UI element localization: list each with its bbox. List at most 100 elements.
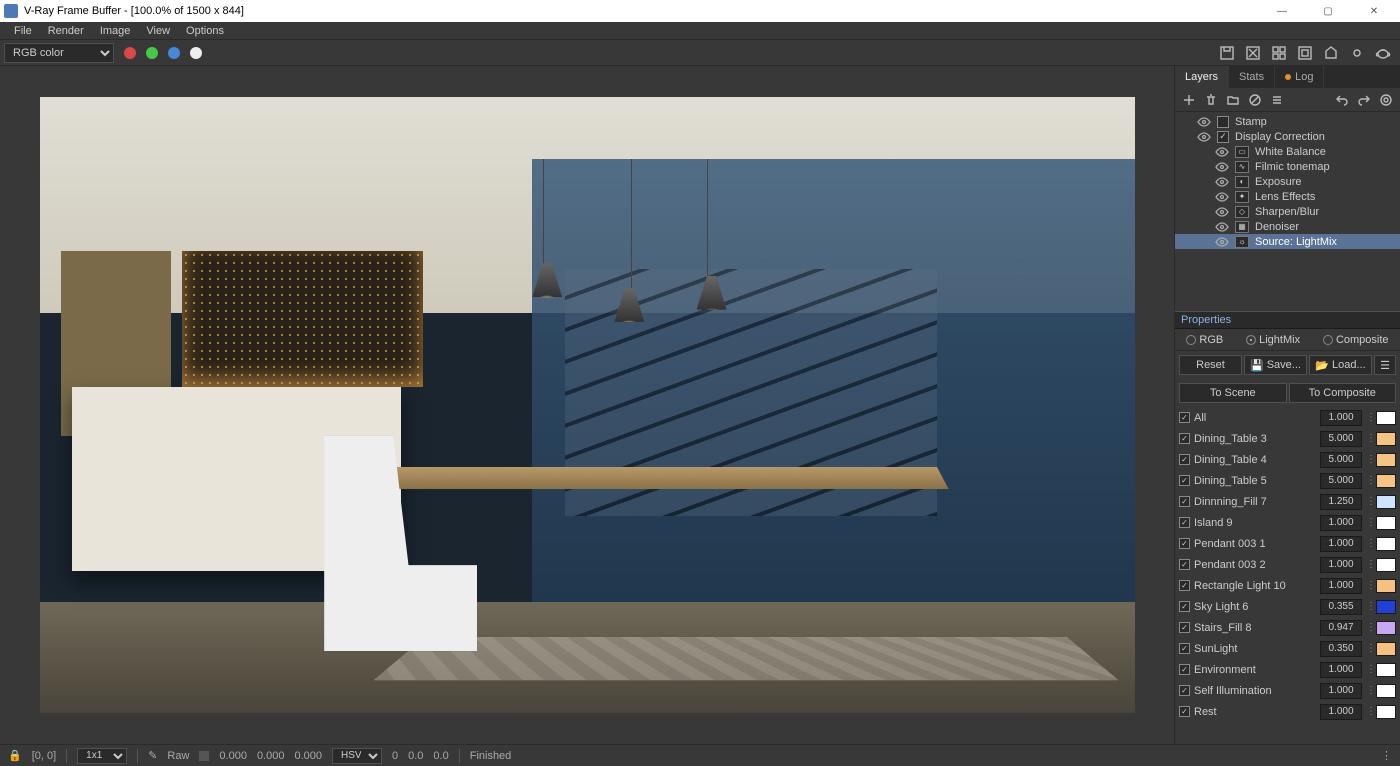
light-enable-checkbox[interactable] bbox=[1179, 517, 1190, 528]
zoom-dropdown[interactable]: 1x1 bbox=[77, 748, 127, 764]
light-enable-checkbox[interactable] bbox=[1179, 685, 1190, 696]
menu-options[interactable]: Options bbox=[178, 25, 232, 37]
light-color-swatch[interactable] bbox=[1376, 600, 1396, 614]
mode-lightmix[interactable]: LightMix bbox=[1246, 334, 1300, 346]
light-menu-icon[interactable]: ⋮ bbox=[1366, 517, 1372, 528]
light-enable-checkbox[interactable] bbox=[1179, 622, 1190, 633]
eyedropper-icon[interactable]: ✎ bbox=[148, 749, 157, 762]
light-color-swatch[interactable] bbox=[1376, 537, 1396, 551]
light-enable-checkbox[interactable] bbox=[1179, 601, 1190, 612]
mono-channel-icon[interactable] bbox=[190, 47, 202, 59]
clear-image-icon[interactable] bbox=[1242, 42, 1264, 64]
visibility-icon[interactable] bbox=[1215, 222, 1229, 232]
light-menu-icon[interactable]: ⋮ bbox=[1366, 433, 1372, 444]
frame-icon[interactable] bbox=[1294, 42, 1316, 64]
blue-channel-icon[interactable] bbox=[168, 47, 180, 59]
load-button[interactable]: 📂Load... bbox=[1309, 355, 1372, 375]
light-menu-icon[interactable]: ⋮ bbox=[1366, 580, 1372, 591]
light-color-swatch[interactable] bbox=[1376, 432, 1396, 446]
light-enable-checkbox[interactable] bbox=[1179, 580, 1190, 591]
light-color-swatch[interactable] bbox=[1376, 579, 1396, 593]
redo-icon[interactable] bbox=[1354, 90, 1374, 110]
light-multiplier[interactable]: 0.350 bbox=[1320, 641, 1362, 657]
lines-icon[interactable] bbox=[1267, 90, 1287, 110]
visibility-icon[interactable] bbox=[1215, 237, 1229, 247]
visibility-icon[interactable] bbox=[1215, 147, 1229, 157]
layer-row[interactable]: ▦Denoiser bbox=[1175, 219, 1400, 234]
add-layer-icon[interactable] bbox=[1179, 90, 1199, 110]
region-render-icon[interactable] bbox=[1268, 42, 1290, 64]
menu-file[interactable]: File bbox=[6, 25, 40, 37]
light-color-swatch[interactable] bbox=[1376, 453, 1396, 467]
light-color-swatch[interactable] bbox=[1376, 705, 1396, 719]
layer-row[interactable]: ◇Sharpen/Blur bbox=[1175, 204, 1400, 219]
light-enable-checkbox[interactable] bbox=[1179, 664, 1190, 675]
tab-layers[interactable]: Layers bbox=[1175, 66, 1229, 88]
light-enable-checkbox[interactable] bbox=[1179, 412, 1190, 423]
visibility-icon[interactable] bbox=[1215, 177, 1229, 187]
layer-checkbox[interactable] bbox=[1217, 131, 1229, 143]
light-multiplier[interactable]: 1.000 bbox=[1320, 410, 1362, 426]
light-menu-icon[interactable]: ⋮ bbox=[1366, 496, 1372, 507]
to-composite-button[interactable]: To Composite bbox=[1289, 383, 1397, 403]
light-multiplier[interactable]: 1.000 bbox=[1320, 536, 1362, 552]
light-multiplier[interactable]: 1.000 bbox=[1320, 515, 1362, 531]
visibility-icon[interactable] bbox=[1215, 162, 1229, 172]
reset-button[interactable]: Reset bbox=[1179, 355, 1242, 375]
light-menu-icon[interactable]: ⋮ bbox=[1366, 475, 1372, 486]
to-scene-button[interactable]: To Scene bbox=[1179, 383, 1287, 403]
layer-row[interactable]: ☼Source: LightMix bbox=[1175, 234, 1400, 249]
light-enable-checkbox[interactable] bbox=[1179, 643, 1190, 654]
light-color-swatch[interactable] bbox=[1376, 495, 1396, 509]
teapot-icon[interactable] bbox=[1372, 42, 1394, 64]
light-multiplier[interactable]: 1.000 bbox=[1320, 683, 1362, 699]
light-enable-checkbox[interactable] bbox=[1179, 475, 1190, 486]
close-button[interactable]: ✕ bbox=[1352, 1, 1396, 21]
visibility-icon[interactable] bbox=[1215, 192, 1229, 202]
layer-checkbox[interactable] bbox=[1217, 116, 1229, 128]
tab-stats[interactable]: Stats bbox=[1229, 66, 1275, 88]
light-menu-icon[interactable]: ⋮ bbox=[1366, 685, 1372, 696]
layer-row[interactable]: ◐Exposure bbox=[1175, 174, 1400, 189]
light-enable-checkbox[interactable] bbox=[1179, 496, 1190, 507]
delete-layer-icon[interactable] bbox=[1201, 90, 1221, 110]
light-color-swatch[interactable] bbox=[1376, 663, 1396, 677]
lock-icon[interactable]: 🔒 bbox=[8, 749, 22, 762]
layer-row[interactable]: Stamp bbox=[1175, 114, 1400, 129]
light-menu-icon[interactable]: ⋮ bbox=[1366, 643, 1372, 654]
save-button[interactable]: 💾Save... bbox=[1244, 355, 1307, 375]
disable-icon[interactable] bbox=[1245, 90, 1265, 110]
viewport[interactable] bbox=[0, 66, 1174, 744]
light-menu-icon[interactable]: ⋮ bbox=[1366, 601, 1372, 612]
bucket-icon[interactable] bbox=[1320, 42, 1342, 64]
light-enable-checkbox[interactable] bbox=[1179, 454, 1190, 465]
light-multiplier[interactable]: 5.000 bbox=[1320, 452, 1362, 468]
expand-icon[interactable]: ⋮ bbox=[1381, 749, 1392, 762]
light-multiplier[interactable]: 5.000 bbox=[1320, 473, 1362, 489]
visibility-icon[interactable] bbox=[1215, 207, 1229, 217]
light-multiplier[interactable]: 1.250 bbox=[1320, 494, 1362, 510]
light-color-swatch[interactable] bbox=[1376, 516, 1396, 530]
mode-rgb[interactable]: RGB bbox=[1186, 334, 1223, 346]
light-multiplier[interactable]: 0.355 bbox=[1320, 599, 1362, 615]
light-menu-icon[interactable]: ⋮ bbox=[1366, 559, 1372, 570]
light-multiplier[interactable]: 5.000 bbox=[1320, 431, 1362, 447]
visibility-icon[interactable] bbox=[1197, 117, 1211, 127]
folder-icon[interactable] bbox=[1223, 90, 1243, 110]
undo-icon[interactable] bbox=[1332, 90, 1352, 110]
light-multiplier[interactable]: 1.000 bbox=[1320, 662, 1362, 678]
light-enable-checkbox[interactable] bbox=[1179, 538, 1190, 549]
light-menu-icon[interactable]: ⋮ bbox=[1366, 664, 1372, 675]
light-color-swatch[interactable] bbox=[1376, 642, 1396, 656]
layer-row[interactable]: ∿Filmic tonemap bbox=[1175, 159, 1400, 174]
light-multiplier[interactable]: 1.000 bbox=[1320, 704, 1362, 720]
tab-log[interactable]: Log bbox=[1275, 66, 1324, 88]
green-channel-icon[interactable] bbox=[146, 47, 158, 59]
save-image-icon[interactable] bbox=[1216, 42, 1238, 64]
layer-row[interactable]: Display Correction bbox=[1175, 129, 1400, 144]
menu-view[interactable]: View bbox=[138, 25, 178, 37]
light-menu-icon[interactable]: ⋮ bbox=[1366, 412, 1372, 423]
red-channel-icon[interactable] bbox=[124, 47, 136, 59]
channel-dropdown[interactable]: RGB color bbox=[4, 43, 114, 63]
menu-render[interactable]: Render bbox=[40, 25, 92, 37]
